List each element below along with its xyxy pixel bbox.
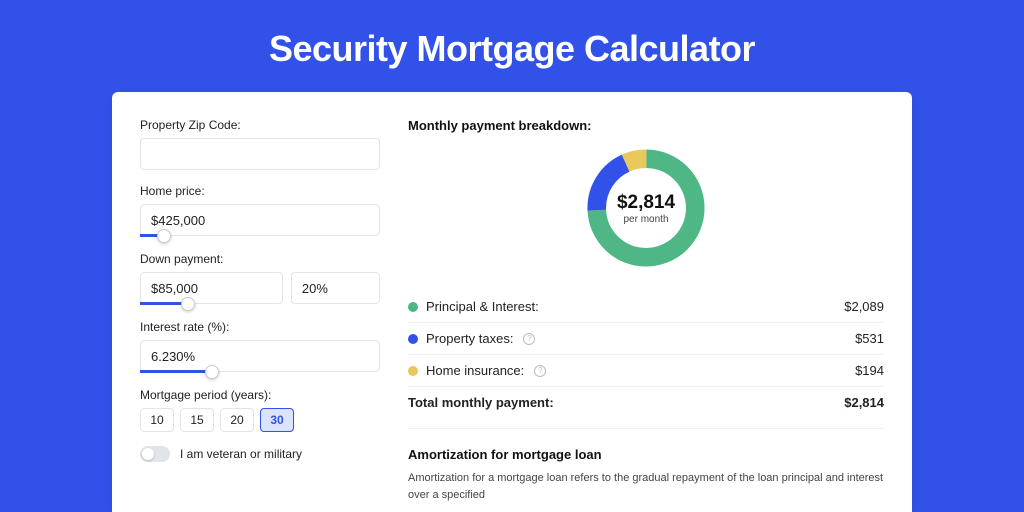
amortization-section: Amortization for mortgage loan Amortizat…	[408, 447, 884, 503]
info-icon[interactable]: ?	[523, 333, 535, 345]
slider-thumb[interactable]	[157, 229, 171, 243]
legend-label: Principal & Interest:	[426, 299, 539, 314]
dot-icon	[408, 302, 418, 312]
legend-value: $194	[855, 363, 884, 378]
home-price-slider[interactable]	[140, 234, 380, 238]
separator	[408, 428, 884, 429]
legend-row-total: Total monthly payment: $2,814	[408, 386, 884, 418]
slider-thumb[interactable]	[181, 297, 195, 311]
total-value: $2,814	[844, 395, 884, 410]
interest-field: Interest rate (%):	[140, 320, 380, 374]
period-pill-10[interactable]: 10	[140, 408, 174, 432]
period-pill-row: 10 15 20 30	[140, 408, 380, 432]
breakdown-title: Monthly payment breakdown:	[408, 118, 884, 133]
total-label: Total monthly payment:	[408, 395, 554, 410]
period-pill-15[interactable]: 15	[180, 408, 214, 432]
down-payment-slider[interactable]	[140, 302, 380, 306]
interest-input[interactable]	[140, 340, 380, 372]
legend-row-taxes: Property taxes: ? $531	[408, 322, 884, 354]
zip-field: Property Zip Code:	[140, 118, 380, 170]
down-payment-amount-input[interactable]	[140, 272, 283, 304]
period-field: Mortgage period (years): 10 15 20 30	[140, 388, 380, 432]
period-pill-20[interactable]: 20	[220, 408, 254, 432]
legend-value: $531	[855, 331, 884, 346]
down-payment-field: Down payment:	[140, 252, 380, 306]
donut-center-sub: per month	[623, 214, 668, 225]
dot-icon	[408, 334, 418, 344]
info-icon[interactable]: ?	[534, 365, 546, 377]
home-price-input[interactable]	[140, 204, 380, 236]
amortization-title: Amortization for mortgage loan	[408, 447, 884, 462]
results-column: Monthly payment breakdown: $2,814 per mo…	[408, 118, 884, 512]
interest-slider[interactable]	[140, 370, 380, 374]
amortization-text: Amortization for a mortgage loan refers …	[408, 470, 884, 503]
veteran-label: I am veteran or military	[180, 447, 302, 461]
inputs-column: Property Zip Code: Home price: Down paym…	[140, 118, 380, 512]
legend-row-principal: Principal & Interest: $2,089	[408, 291, 884, 322]
calculator-card: Property Zip Code: Home price: Down paym…	[112, 92, 912, 512]
interest-label: Interest rate (%):	[140, 320, 380, 334]
down-payment-label: Down payment:	[140, 252, 380, 266]
legend-value: $2,089	[844, 299, 884, 314]
zip-input[interactable]	[140, 138, 380, 170]
veteran-row: I am veteran or military	[140, 446, 380, 462]
zip-label: Property Zip Code:	[140, 118, 380, 132]
page-title: Security Mortgage Calculator	[0, 0, 1024, 92]
period-label: Mortgage period (years):	[140, 388, 380, 402]
veteran-toggle[interactable]	[140, 446, 170, 462]
slider-thumb[interactable]	[205, 365, 219, 379]
donut-chart: $2,814 per month	[408, 143, 884, 273]
legend-label: Property taxes:	[426, 331, 513, 346]
legend-label: Home insurance:	[426, 363, 524, 378]
home-price-field: Home price:	[140, 184, 380, 238]
home-price-label: Home price:	[140, 184, 380, 198]
legend-row-insurance: Home insurance: ? $194	[408, 354, 884, 386]
down-payment-pct-input[interactable]	[291, 272, 380, 304]
dot-icon	[408, 366, 418, 376]
period-pill-30[interactable]: 30	[260, 408, 294, 432]
donut-center: $2,814 per month	[581, 143, 711, 273]
donut-center-value: $2,814	[617, 192, 675, 214]
